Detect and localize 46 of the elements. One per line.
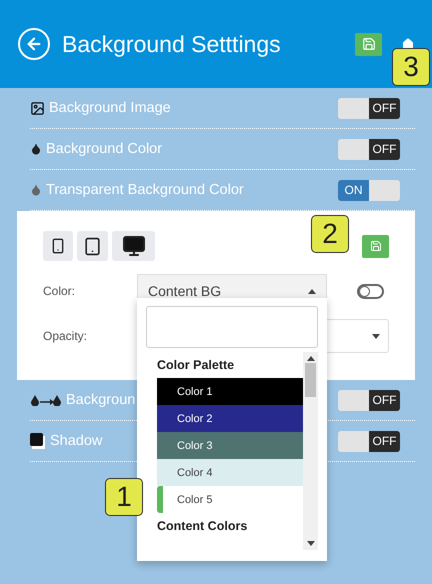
toggle-switch[interactable]: OFF [338,138,400,160]
phone-icon [50,238,66,254]
shadow-square-icon [30,433,46,449]
desktop-view-button[interactable] [112,231,155,261]
drop-icon [30,184,42,196]
toggle-switch[interactable]: OFF [338,98,400,118]
tablet-view-button[interactable] [77,231,108,261]
group-heading: Content Colors [157,518,248,535]
save-button[interactable] [362,234,389,258]
step-number: 2 [311,215,349,253]
switch-toggle[interactable] [357,284,384,298]
step-number: 3 [392,48,430,86]
caret-down-icon [372,334,380,338]
save-button[interactable] [355,32,382,56]
color-option[interactable]: Color 3 [157,432,303,459]
scrollbar[interactable] [303,352,318,550]
opacity-label: Opacity: [43,329,88,343]
back-icon [25,35,43,53]
drop-icon [30,143,42,155]
group-heading: Color Palette [157,357,236,374]
step-number: 1 [105,478,143,516]
toggle-switch[interactable]: OFF [338,430,400,452]
monitor-icon [122,234,146,258]
back-button[interactable] [18,28,50,60]
color-option[interactable]: Color 1 [157,378,303,405]
caret-up-icon [306,356,314,361]
color-label: Color: [43,284,76,298]
setting-label: Transparent Background Color [46,182,244,198]
color-option[interactable]: Color 2 [157,405,303,432]
setting-label: Background Image [49,100,171,116]
toggle-switch[interactable]: OFF [338,390,400,410]
toggle-switch[interactable]: ON [338,180,400,200]
setting-label: Shadow [50,433,102,449]
gradient-drops-icon [30,394,62,406]
color-option[interactable]: Color 4 [157,459,303,486]
scrollbar-thumb[interactable] [305,363,316,397]
window-title: Background Setttings [62,30,282,58]
setting-label: Background Color [46,141,162,157]
picture-icon [30,100,45,116]
caret-up-icon [308,288,316,294]
phone-view-button[interactable] [43,231,73,261]
home-button[interactable] [402,38,414,50]
tablet-icon [83,236,102,256]
caret-down-icon [306,541,314,546]
search-field[interactable] [146,306,318,348]
setting-label: Backgroun [66,392,136,408]
